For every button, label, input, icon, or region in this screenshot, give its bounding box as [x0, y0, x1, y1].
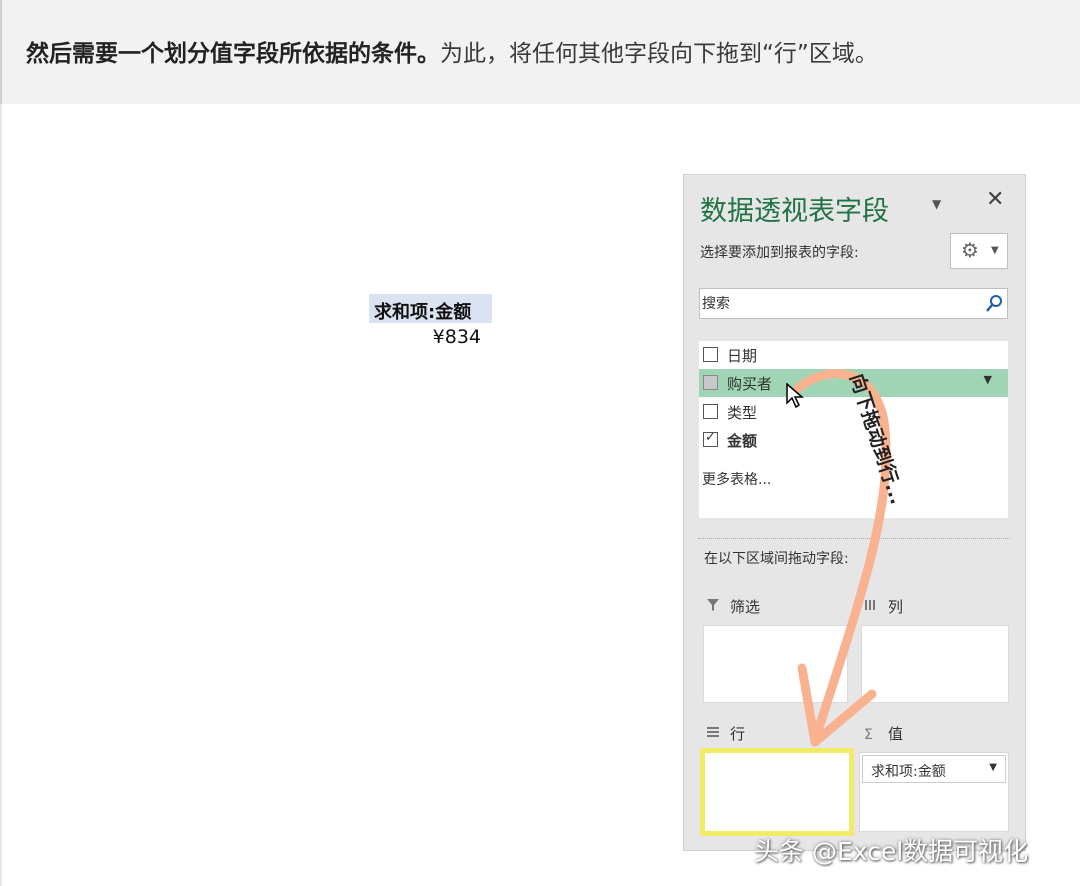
more-tables-link[interactable]: 更多表格...	[702, 469, 771, 489]
watermark: 头条 @Excel数据可视化	[754, 837, 1029, 866]
field-search-box[interactable]	[699, 288, 1008, 319]
cursor-icon	[786, 383, 804, 409]
rows-icon	[706, 725, 722, 743]
columns-drop-zone[interactable]	[861, 625, 1009, 703]
instruction-bold: 然后需要一个划分值字段所依据的条件。	[26, 41, 440, 67]
checkbox[interactable]	[703, 347, 718, 362]
instruction-rest: 为此，将任何其他字段向下拖到“行”区域。	[440, 41, 878, 67]
gear-icon: ⚙	[961, 238, 979, 262]
chevron-down-icon[interactable]: ▼	[984, 373, 992, 386]
field-label: 类型	[727, 404, 758, 422]
tools-button[interactable]: ⚙ ▼	[950, 233, 1008, 269]
columns-zone-text: 列	[888, 598, 904, 616]
page-frame	[0, 104, 2, 886]
values-zone-label: Σ值	[864, 723, 903, 744]
values-drop-zone[interactable]: 求和项:金额 ▼	[859, 752, 1009, 832]
sigma-icon: Σ	[864, 727, 873, 743]
rows-drop-zone[interactable]	[700, 748, 854, 836]
columns-zone-label: 列	[864, 596, 903, 617]
pane-options-dropdown-icon[interactable]: ▼	[932, 197, 941, 211]
drag-hint-label: 在以下区域间拖动字段:	[704, 551, 849, 567]
field-label: 购买者	[727, 375, 773, 393]
search-input[interactable]	[702, 293, 972, 315]
field-list: 日期 购买者 ▼ 类型 ✓ 金额 更多表格...	[699, 341, 1008, 518]
chevron-down-icon[interactable]: ▼	[989, 762, 997, 773]
field-label: 日期	[727, 347, 758, 365]
rows-zone-label: 行	[706, 723, 745, 744]
pivot-value-cell[interactable]: ¥834	[369, 326, 481, 348]
filter-zone-label: 筛选	[706, 596, 760, 617]
values-field-chip[interactable]: 求和项:金额 ▼	[862, 755, 1006, 783]
filter-zone-text: 筛选	[730, 598, 761, 616]
pivot-fields-pane: 数据透视表字段 ▼ ✕ 选择要添加到报表的字段: ⚙ ▼ 日期 购买者 ▼ 类型…	[683, 174, 1026, 851]
checkbox[interactable]	[703, 404, 718, 419]
values-chip-label: 求和项:金额	[871, 764, 946, 780]
pivot-value-header[interactable]: 求和项:金额	[369, 294, 492, 323]
instruction-text: 然后需要一个划分值字段所依据的条件。为此，将任何其他字段向下拖到“行”区域。	[26, 34, 878, 68]
checkbox[interactable]	[703, 375, 718, 390]
instruction-banner: 然后需要一个划分值字段所依据的条件。为此，将任何其他字段向下拖到“行”区域。	[0, 0, 1080, 104]
field-item-amount[interactable]: ✓ 金额	[699, 426, 1008, 454]
values-zone-text: 值	[888, 725, 904, 743]
close-icon[interactable]: ✕	[986, 187, 1004, 212]
field-item-date[interactable]: 日期	[699, 341, 1008, 369]
search-icon[interactable]	[985, 294, 1003, 314]
filter-drop-zone[interactable]	[703, 625, 848, 703]
rows-zone-text: 行	[730, 725, 746, 743]
check-icon: ✓	[705, 430, 716, 445]
divider	[698, 538, 1010, 539]
checkbox-checked[interactable]: ✓	[703, 430, 718, 447]
pane-subtitle: 选择要添加到报表的字段:	[700, 245, 859, 261]
columns-icon	[864, 598, 880, 616]
filter-icon	[706, 598, 722, 616]
pane-title: 数据透视表字段	[700, 196, 889, 227]
chevron-down-icon: ▼	[991, 245, 999, 256]
field-label: 金额	[727, 432, 758, 450]
